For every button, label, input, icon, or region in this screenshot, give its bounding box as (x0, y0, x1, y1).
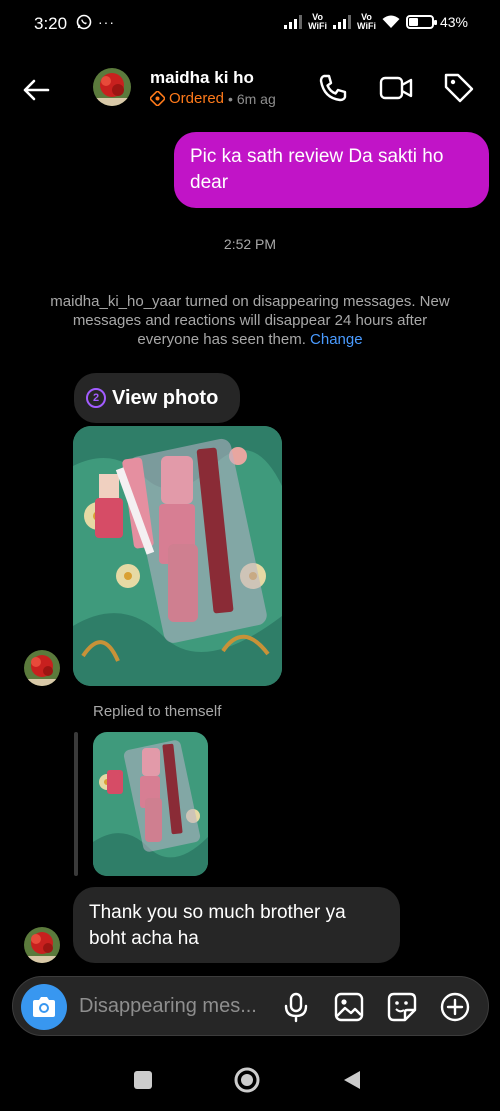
chat-header: maidha ki ho Ordered • 6m ag (0, 60, 500, 120)
avatar[interactable] (93, 68, 131, 106)
disappearing-notice-text: maidha_ki_ho_yaar turned on disappearing… (50, 293, 450, 348)
time-separator: 2:52 PM (223, 236, 277, 252)
more-notifications-icon: ··· (98, 14, 115, 30)
incoming-message[interactable]: Thank you so much brother ya boht acha h… (73, 887, 400, 963)
message-input[interactable]: Disappearing mes... (79, 995, 257, 1018)
home-icon[interactable] (233, 1066, 261, 1094)
back-icon[interactable] (338, 1066, 366, 1094)
back-arrow-icon[interactable] (18, 72, 54, 108)
video-icon[interactable] (378, 70, 414, 106)
recents-icon[interactable] (129, 1066, 157, 1094)
outgoing-message[interactable]: Pic ka sath review Da sakti ho dear (174, 132, 489, 208)
contact-name[interactable]: maidha ki ho (150, 68, 254, 88)
replied-photo[interactable] (93, 732, 208, 876)
replied-label: Replied to themself (93, 703, 222, 720)
ordered-icon (150, 91, 165, 106)
vowifi-label: Vo WiFi (357, 12, 376, 31)
gallery-icon[interactable] (332, 990, 366, 1024)
ordered-label: Ordered (169, 90, 225, 107)
system-nav-bar (0, 1050, 500, 1111)
reply-indicator (74, 732, 78, 876)
status-time: 3:20 (34, 14, 68, 33)
avatar[interactable] (24, 927, 60, 963)
camera-button[interactable] (21, 984, 67, 1030)
last-active: • 6m ag (228, 90, 276, 107)
change-link[interactable]: Change (310, 331, 363, 348)
photo-message[interactable] (73, 426, 282, 686)
status-bar: 3:20 ··· Vo WiFi Vo WiFi 43% (0, 0, 500, 48)
camera-icon (33, 997, 55, 1017)
contact-status: Ordered • 6m ag (150, 90, 276, 107)
wifi-icon (382, 15, 400, 28)
signal-icon (284, 15, 303, 29)
signal-icon (333, 15, 352, 29)
message-composer: Disappearing mes... (12, 976, 489, 1036)
battery-icon (405, 15, 437, 29)
vowifi-label: Vo WiFi (308, 12, 328, 31)
disappearing-notice: maidha_ki_ho_yaar turned on disappearing… (40, 292, 460, 349)
phone-icon[interactable] (315, 70, 351, 106)
sticker-icon[interactable] (385, 990, 419, 1024)
tag-icon[interactable] (441, 70, 477, 106)
whatsapp-icon (76, 14, 92, 30)
plus-icon[interactable] (438, 990, 472, 1024)
view-once-count-icon: 2 (86, 388, 106, 408)
microphone-icon[interactable] (279, 990, 313, 1024)
battery-percent: 43% (439, 14, 468, 30)
view-photo-button[interactable]: 2 View photo (74, 373, 240, 423)
avatar[interactable] (24, 650, 60, 686)
view-photo-label: View photo (112, 386, 219, 409)
